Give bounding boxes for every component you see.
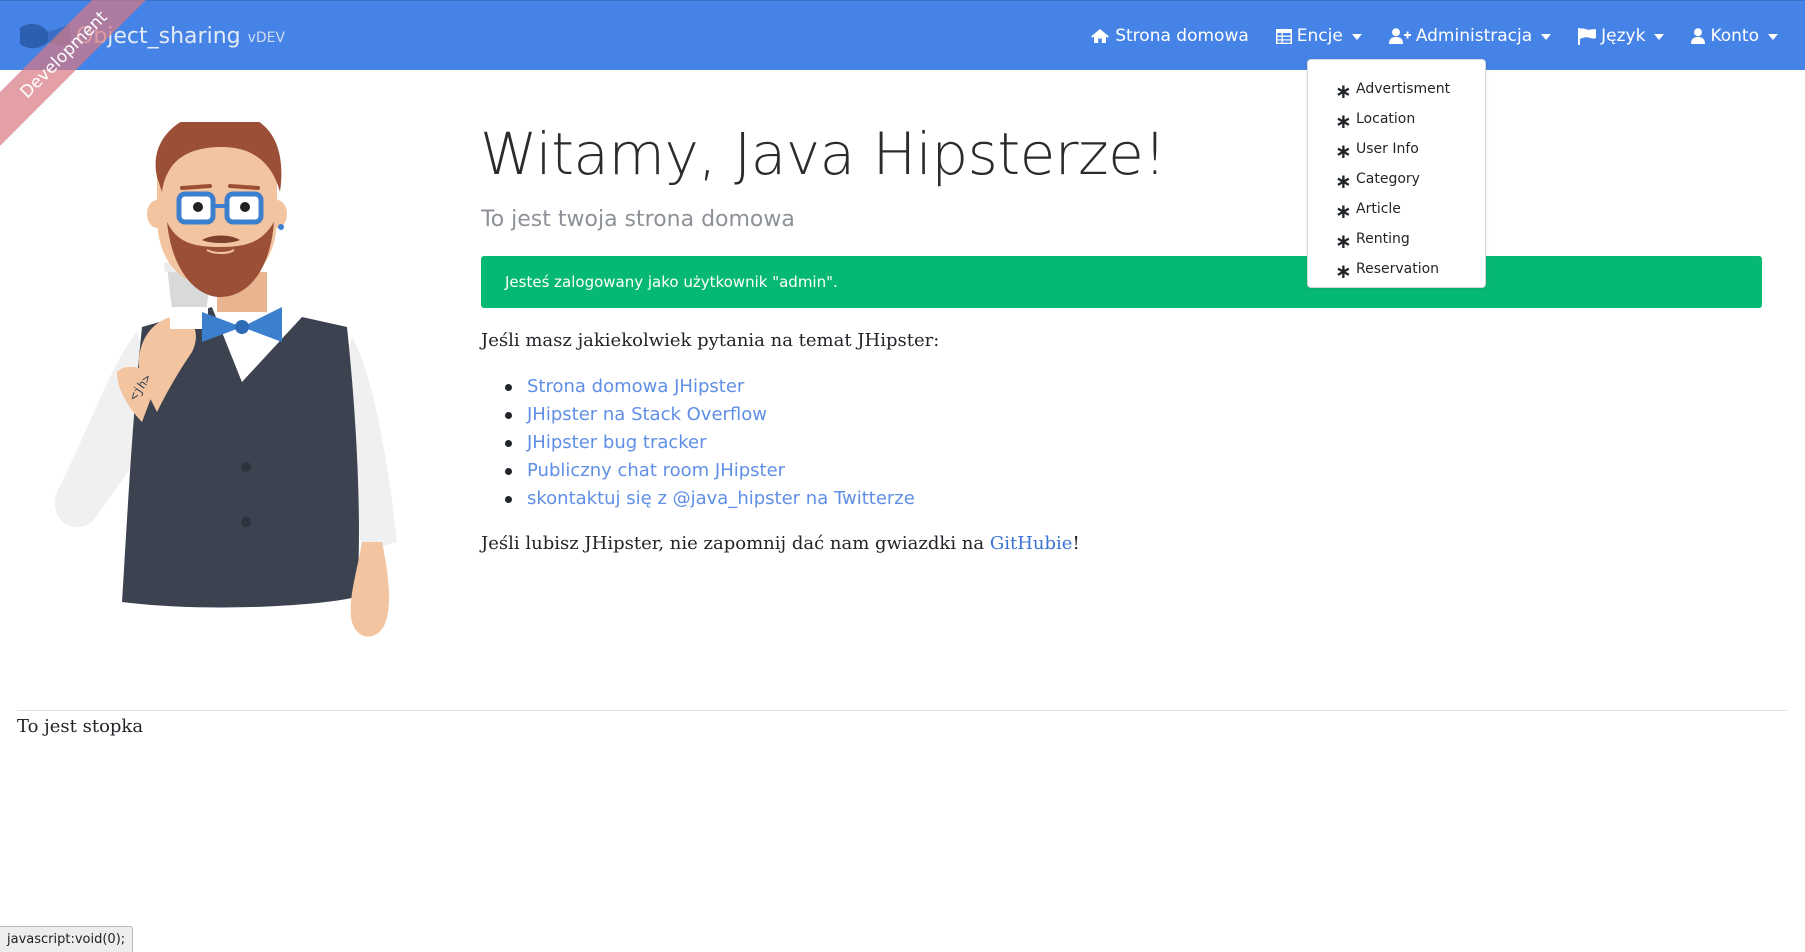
- menu-item-label: User Info: [1356, 141, 1419, 157]
- menu-item-category[interactable]: ∗ Category: [1308, 164, 1485, 194]
- link-chat-room[interactable]: Publiczny chat room JHipster: [527, 460, 785, 481]
- asterisk-icon: ∗: [1335, 259, 1352, 283]
- menu-item-renting[interactable]: ∗ Renting: [1308, 224, 1485, 254]
- hipster-illustration: <jh>: [54, 122, 397, 637]
- help-links-list: Strona domowa JHipster JHipster na Stack…: [481, 373, 915, 513]
- nav-home[interactable]: Strona domowa: [1090, 26, 1249, 46]
- asterisk-icon: ∗: [1335, 169, 1352, 193]
- list-item: Strona domowa JHipster: [481, 373, 915, 401]
- nav-account-label: Konto: [1710, 26, 1759, 46]
- user-icon: [1691, 28, 1706, 44]
- list-item: skontaktuj się z @java_hipster na Twitte…: [481, 485, 915, 513]
- nav-language-label: Język: [1601, 26, 1646, 46]
- home-icon: [1091, 29, 1110, 43]
- chevron-down-icon: [1541, 33, 1552, 40]
- chevron-down-icon: [1351, 33, 1362, 40]
- menu-item-article[interactable]: ∗ Article: [1308, 194, 1485, 224]
- asterisk-icon: ∗: [1335, 139, 1352, 163]
- user-plus-icon: [1388, 28, 1411, 44]
- github-star-note: Jeśli lubisz JHipster, nie zapomnij dać …: [481, 533, 1080, 554]
- table-icon: [1275, 28, 1292, 44]
- list-item: JHipster bug tracker: [481, 429, 915, 457]
- link-bug-tracker[interactable]: JHipster bug tracker: [527, 432, 707, 453]
- nav-entities-label: Encje: [1296, 26, 1343, 46]
- browser-status-bar: javascript:void(0);: [0, 926, 134, 952]
- asterisk-icon: ∗: [1335, 199, 1352, 223]
- asterisk-icon: ∗: [1335, 79, 1352, 103]
- menu-item-label: Article: [1356, 201, 1401, 217]
- page-subtitle: To jest twoja strona domowa: [481, 207, 795, 232]
- footer-divider: [17, 710, 1787, 711]
- menu-item-label: Advertisment: [1356, 81, 1451, 97]
- asterisk-icon: ∗: [1335, 229, 1352, 253]
- footer-text: To jest stopka: [17, 716, 144, 737]
- menu-item-label: Location: [1356, 111, 1416, 127]
- link-github[interactable]: GitHubie: [990, 533, 1073, 554]
- menu-item-label: Renting: [1356, 231, 1410, 247]
- menu-item-location[interactable]: ∗ Location: [1308, 104, 1485, 134]
- nav-admin[interactable]: Administracja: [1388, 26, 1552, 46]
- logged-in-alert: Jesteś zalogowany jako użytkownik "admin…: [481, 256, 1762, 308]
- questions-intro: Jeśli masz jakiekolwiek pytania na temat…: [481, 330, 940, 351]
- asterisk-icon: ∗: [1335, 109, 1352, 133]
- nav-language[interactable]: Język: [1578, 26, 1665, 46]
- entities-dropdown-menu: ∗ Advertisment ∗ Location ∗ User Info ∗ Cate…: [1307, 59, 1486, 288]
- nav-account[interactable]: Konto: [1691, 26, 1778, 46]
- menu-item-reservation[interactable]: ∗ Reservation: [1308, 254, 1485, 284]
- star-note-suffix: !: [1072, 533, 1080, 554]
- list-item: Publiczny chat room JHipster: [481, 457, 915, 485]
- navbar: Object_sharing vDEV Strona domowa Encje: [0, 0, 1805, 70]
- nav-admin-label: Administracja: [1415, 26, 1533, 46]
- chevron-down-icon: [1768, 33, 1778, 40]
- link-twitter[interactable]: skontaktuj się z @java_hipster na Twitte…: [527, 488, 915, 509]
- flag-icon: [1578, 27, 1597, 45]
- star-note-prefix: Jeśli lubisz JHipster, nie zapomnij dać …: [481, 533, 990, 554]
- link-jhipster-home[interactable]: Strona domowa JHipster: [527, 376, 744, 397]
- chevron-down-icon: [1654, 33, 1665, 40]
- menu-item-label: Category: [1356, 171, 1420, 187]
- menu-item-user-info[interactable]: ∗ User Info: [1308, 134, 1485, 164]
- page-title: Witamy, Java Hipsterze!: [480, 120, 1167, 188]
- nav-home-label: Strona domowa: [1115, 26, 1249, 46]
- link-stack-overflow[interactable]: JHipster na Stack Overflow: [527, 404, 767, 425]
- list-item: JHipster na Stack Overflow: [481, 401, 915, 429]
- brand-version: vDEV: [247, 30, 286, 46]
- menu-item-advertisment[interactable]: ∗ Advertisment: [1308, 74, 1485, 104]
- nav-entities[interactable]: Encje: [1275, 26, 1362, 46]
- menu-item-label: Reservation: [1356, 261, 1440, 277]
